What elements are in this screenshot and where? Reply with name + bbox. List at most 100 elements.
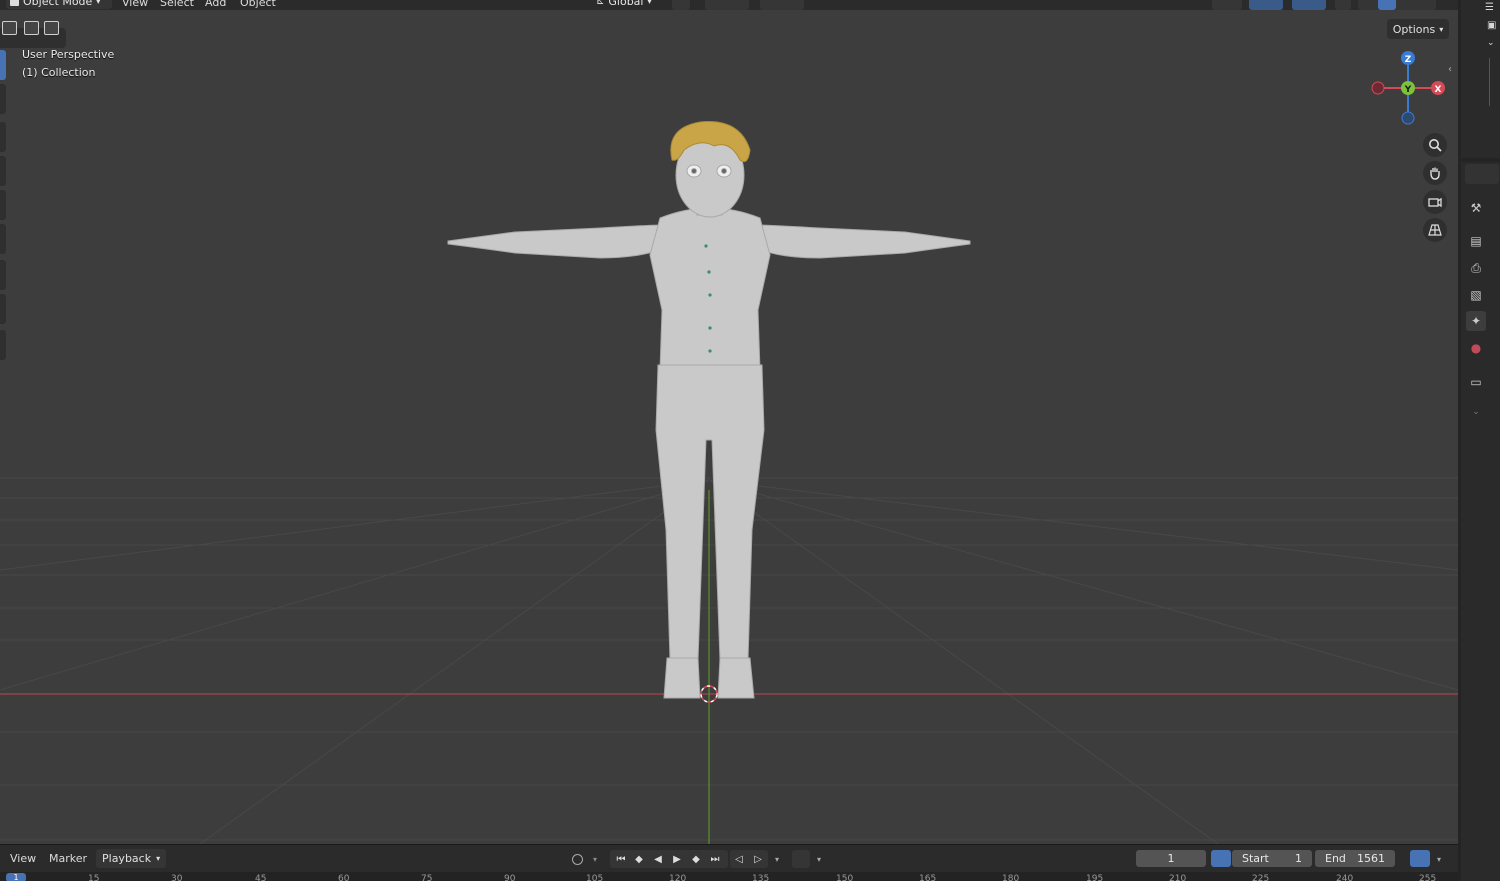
chevron-down-icon[interactable]: ▾ — [588, 852, 602, 866]
solid-shading-icon[interactable] — [1378, 0, 1396, 10]
snap-playhead-icon[interactable] — [792, 850, 810, 868]
ruler-tick: 180 — [1002, 874, 1020, 881]
tool-scale[interactable] — [0, 190, 6, 220]
3d-viewport[interactable]: Z Y X User Perspective (1) Collection Op… — [0, 10, 1458, 844]
next-keyframe-icon[interactable]: ▷ — [751, 852, 765, 866]
orientation-label: Global — [608, 0, 644, 8]
pan-button[interactable] — [1423, 161, 1447, 185]
ruler-tick: 135 — [752, 874, 770, 881]
play-icon[interactable]: ▶ — [670, 852, 684, 866]
start-frame-field[interactable]: Start 1 — [1232, 850, 1312, 867]
chevron-down-icon: ▾ — [1439, 24, 1444, 34]
zoom-icon — [1429, 139, 1442, 152]
timeline-menu-view[interactable]: View — [10, 852, 36, 865]
shading-mode-group[interactable] — [1358, 0, 1436, 10]
jump-end-icon[interactable]: ⏭ — [708, 852, 722, 866]
navigation-gizmo[interactable]: Z Y X — [1371, 51, 1445, 125]
ruler-tick: 45 — [255, 874, 267, 881]
tool-select-box[interactable] — [0, 50, 6, 80]
camera-view-button[interactable] — [1423, 190, 1447, 214]
playback-dropdown[interactable]: Playback ▾ — [96, 849, 167, 868]
overlays-toggle-icon[interactable] — [1292, 0, 1326, 10]
sidebar-toggle-icon[interactable]: ‹ — [1448, 64, 1452, 75]
tool-add-cube[interactable] — [0, 330, 6, 360]
output-tab-icon[interactable]: ⎙ — [1466, 258, 1486, 278]
perspective-toggle-button[interactable] — [1423, 218, 1447, 242]
ruler-tick: 75 — [421, 874, 433, 881]
tool-cursor[interactable] — [0, 84, 6, 114]
menu-object[interactable]: Object — [240, 0, 276, 9]
chevron-down-icon[interactable]: ▾ — [770, 852, 784, 866]
current-frame-value: 1 — [1167, 852, 1175, 865]
ruler-tick: 255 — [1419, 874, 1437, 881]
gizmo-y-label: Y — [1404, 85, 1412, 95]
tool-move[interactable] — [0, 122, 6, 152]
gizmo-toggle-icon[interactable] — [1249, 0, 1283, 10]
tool-tab-icon[interactable]: ⚒ — [1466, 198, 1486, 218]
timeline-header: View Marker Playback ▾ ▾ ⏮ ◆ ◀ ▶ ◆ ⏭ ◁ ▷… — [0, 844, 1458, 873]
collection-box-icon[interactable]: ▣ — [1487, 20, 1496, 31]
transform-orientation-dropdown[interactable]: ⊾ Global ▾ — [592, 0, 666, 9]
jump-keyframe-back-icon[interactable]: ◆ — [632, 852, 646, 866]
ruler-tick: 195 — [1086, 874, 1104, 881]
select-extend-icon[interactable] — [24, 21, 39, 35]
outliner-edge[interactable]: ☰ ▣ ⌄ — [1461, 0, 1500, 158]
auto-keying-icon[interactable] — [570, 852, 584, 866]
zoom-button[interactable] — [1423, 133, 1447, 157]
visibility-icon[interactable] — [1212, 0, 1242, 10]
properties-editor-type-button[interactable] — [1465, 164, 1499, 184]
scene-tab-icon[interactable]: ✦ — [1466, 311, 1486, 331]
jump-keyframe-forward-icon[interactable]: ◆ — [689, 852, 703, 866]
menu-select[interactable]: Select — [160, 0, 194, 9]
tool-measure[interactable] — [0, 294, 6, 324]
world-tab-icon[interactable]: ● — [1466, 338, 1486, 358]
chevron-down-icon: ▾ — [96, 0, 101, 6]
xray-icon[interactable] — [1335, 0, 1351, 10]
view-name-text: User Perspective — [22, 48, 115, 61]
ruler-tick: 165 — [919, 874, 937, 881]
ruler-tick: 15 — [88, 874, 100, 881]
object-mode-icon — [10, 0, 19, 6]
timeline-overlay-icon[interactable] — [1410, 850, 1430, 867]
menu-add[interactable]: Add — [205, 0, 226, 9]
chevron-down-icon: ▾ — [156, 854, 161, 863]
options-label: Options — [1392, 22, 1436, 36]
ruler-tick: 60 — [338, 874, 350, 881]
chevron-down-icon[interactable]: ▾ — [812, 852, 826, 866]
tool-rotate[interactable] — [0, 156, 6, 186]
outliner-tree-line — [1489, 58, 1490, 106]
proportional-edit-icon[interactable] — [760, 0, 804, 10]
collection-tab-icon[interactable]: ▭ — [1466, 372, 1486, 392]
select-subtract-icon[interactable] — [44, 21, 59, 35]
tool-transform[interactable] — [0, 224, 6, 254]
play-reverse-icon[interactable]: ◀ — [651, 852, 665, 866]
end-frame-field[interactable]: End 1561 — [1315, 850, 1395, 867]
timeline-menu-marker[interactable]: Marker — [49, 852, 87, 865]
mode-label: Object Mode — [23, 0, 93, 8]
ruler-tick: 90 — [504, 874, 516, 881]
view-layer-tab-icon[interactable]: ▧ — [1466, 285, 1486, 305]
render-tab-icon[interactable]: ▤ — [1466, 231, 1486, 251]
jump-start-icon[interactable]: ⏮ — [614, 852, 628, 866]
chevron-down-icon[interactable]: ⌄ — [1466, 402, 1486, 422]
mode-dropdown[interactable]: Object Mode ▾ — [6, 0, 112, 9]
preview-range-icon[interactable] — [1211, 850, 1231, 867]
playback-label: Playback — [102, 852, 152, 865]
tool-annotate[interactable] — [0, 260, 6, 290]
options-dropdown[interactable]: Options ▾ — [1387, 19, 1449, 39]
select-new-icon[interactable] — [2, 21, 17, 35]
current-frame-marker[interactable]: 1 — [6, 873, 26, 881]
chevron-down-icon[interactable]: ▾ — [1432, 852, 1446, 866]
gizmo-x-label: X — [1435, 85, 1442, 95]
pivot-point-icon[interactable] — [672, 0, 690, 10]
ruler-tick: 30 — [171, 874, 183, 881]
timeline-ruler[interactable]: 1 15 30 45 60 75 90 105 120 135 150 165 … — [0, 872, 1458, 881]
prev-keyframe-icon[interactable]: ◁ — [732, 852, 746, 866]
current-frame-field[interactable]: 1 — [1136, 850, 1206, 867]
chevron-down-icon[interactable]: ⌄ — [1487, 38, 1495, 48]
snap-icon[interactable] — [705, 0, 749, 10]
editor-type-icon[interactable]: ☰ — [1485, 2, 1494, 13]
menu-view[interactable]: View — [122, 0, 148, 9]
chevron-down-icon: ▾ — [647, 0, 652, 6]
ruler-tick: 150 — [836, 874, 854, 881]
